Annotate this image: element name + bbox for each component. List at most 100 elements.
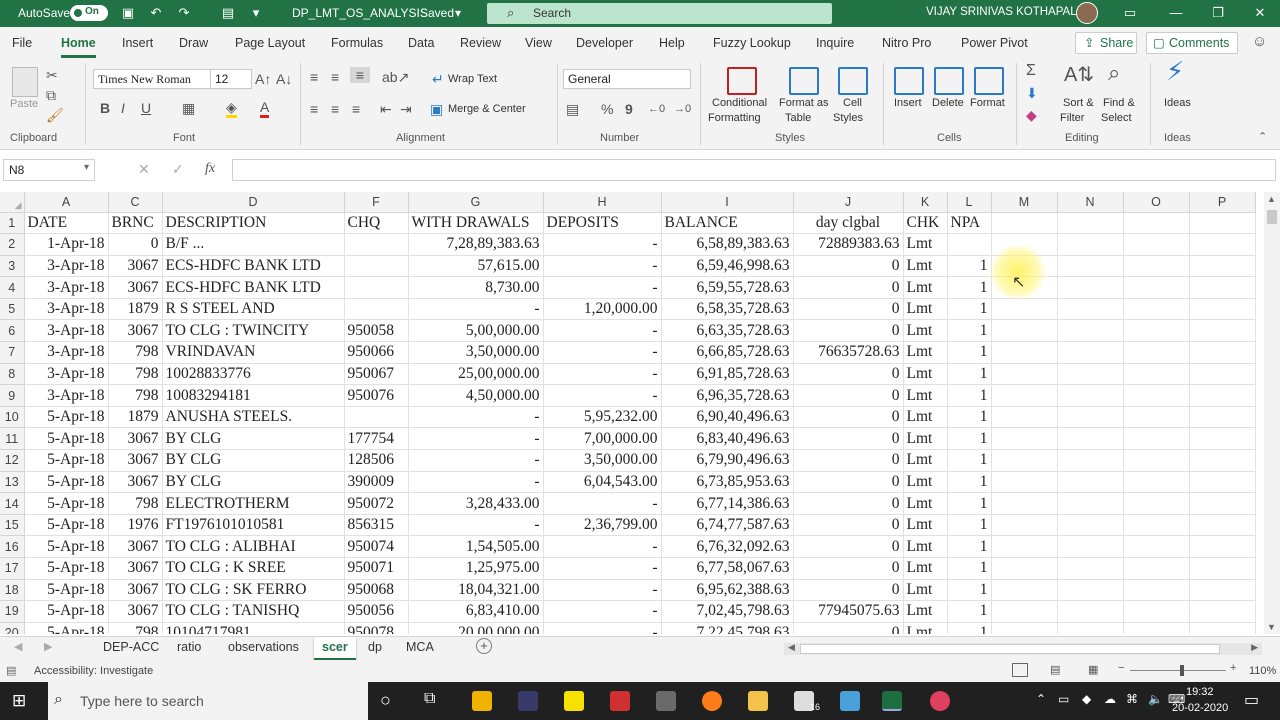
cell-k[interactable]: Lmt	[903, 535, 948, 558]
normal-view-icon[interactable]	[1012, 663, 1028, 677]
cell-l[interactable]: 1	[947, 319, 992, 343]
cell-j[interactable]: 0	[793, 363, 904, 386]
cell-o[interactable]	[1123, 212, 1190, 235]
cell-d[interactable]: BY CLG	[162, 427, 345, 451]
cell-p[interactable]	[1189, 384, 1256, 407]
cell-m[interactable]	[991, 535, 1058, 558]
cell-o[interactable]	[1123, 255, 1190, 278]
sort-filter-icon[interactable]: A⇅	[1064, 65, 1094, 85]
cell-l[interactable]: 1	[947, 622, 992, 634]
cell-k[interactable]: Lmt	[903, 255, 948, 278]
decrease-font-icon[interactable]: A↓	[276, 71, 292, 87]
cell-m[interactable]	[991, 622, 1058, 634]
cell-n[interactable]	[1057, 471, 1124, 494]
cell-p[interactable]	[1189, 255, 1256, 278]
cell-h[interactable]: 6,04,543.00	[543, 471, 662, 494]
cell-d[interactable]: ECS-HDFC BANK LTD	[162, 255, 345, 278]
cell-g[interactable]: 8,730.00	[408, 276, 544, 299]
cell-h[interactable]: -	[543, 255, 662, 278]
cell-i[interactable]: BALANCE	[661, 212, 794, 235]
firefox-icon[interactable]	[702, 691, 722, 711]
cell-g[interactable]: 6,83,410.00	[408, 600, 544, 623]
cell-l[interactable]: 1	[947, 384, 992, 407]
cell-h[interactable]: -	[543, 492, 662, 515]
save-icon[interactable]: ▣	[120, 5, 136, 21]
tab-insert[interactable]: Insert	[122, 36, 153, 50]
row-header[interactable]: 17	[0, 557, 25, 580]
cell-i[interactable]: 7,22,45,798.63	[661, 622, 794, 634]
next-sheet-icon[interactable]: ▶	[44, 640, 52, 653]
cell-l[interactable]: 1	[947, 600, 992, 623]
cell-g[interactable]: 1,25,975.00	[408, 557, 544, 580]
scroll-left-icon[interactable]: ◀	[788, 642, 795, 653]
cell-c[interactable]: 3067	[108, 579, 163, 602]
format-as-table-label-2[interactable]: Table	[785, 111, 811, 125]
task-view-icon[interactable]: ⧉	[424, 690, 435, 708]
cell-o[interactable]	[1123, 600, 1190, 623]
cancel-icon[interactable]: ✕	[138, 161, 150, 178]
cell-j[interactable]: 0	[793, 384, 904, 407]
cell-g[interactable]: 18,04,321.00	[408, 579, 544, 602]
tab-inquire[interactable]: Inquire	[816, 36, 854, 50]
currency-icon[interactable]: ▤	[566, 101, 579, 117]
cell-l[interactable]: 1	[947, 579, 992, 602]
cell-f[interactable]	[344, 233, 409, 256]
row-header[interactable]: 18	[0, 579, 25, 602]
cell-i[interactable]: 6,66,85,728.63	[661, 341, 794, 364]
cell-p[interactable]	[1189, 600, 1256, 623]
cell-n[interactable]	[1057, 406, 1124, 429]
notifications-icon[interactable]: ▭	[1244, 690, 1259, 710]
cell-g[interactable]: WITH DRAWALS	[408, 212, 544, 235]
cell-l[interactable]: 1	[947, 514, 992, 537]
row-header[interactable]: 7	[0, 341, 25, 364]
font-size-select[interactable]: 12	[210, 69, 252, 89]
cell-m[interactable]	[991, 319, 1058, 343]
cell-j[interactable]: 0	[793, 557, 904, 580]
power-bi-icon[interactable]	[472, 691, 492, 711]
cell-h[interactable]: 3,50,000.00	[543, 449, 662, 472]
cell-k[interactable]: Lmt	[903, 622, 948, 634]
cell-i[interactable]: 6,58,89,383.63	[661, 233, 794, 256]
row-header[interactable]: 2	[0, 233, 25, 256]
cell-i[interactable]: 6,59,46,998.63	[661, 255, 794, 278]
column-header[interactable]: O	[1123, 192, 1190, 213]
cell-o[interactable]	[1123, 514, 1190, 537]
sort-filter-label-1[interactable]: Sort &	[1063, 96, 1094, 110]
column-header[interactable]: M	[991, 192, 1058, 213]
cell-p[interactable]	[1189, 535, 1256, 558]
align-top-icon[interactable]: ≡	[310, 69, 318, 85]
sheet-tab-scer[interactable]: scer	[314, 637, 356, 660]
cell-c[interactable]: 3067	[108, 255, 163, 278]
cell-a[interactable]: 3-Apr-18	[24, 341, 109, 364]
cell-m[interactable]	[991, 427, 1058, 451]
row-header[interactable]: 1	[0, 212, 25, 235]
cell-d[interactable]: TO CLG : K SREE	[162, 557, 345, 580]
cell-d[interactable]: ECS-HDFC BANK LTD	[162, 276, 345, 299]
scroll-thumb[interactable]	[1267, 210, 1277, 224]
cell-l[interactable]: 1	[947, 255, 992, 278]
cell-h[interactable]: 7,00,000.00	[543, 427, 662, 451]
paste-icon[interactable]	[12, 67, 38, 97]
cell-a[interactable]: 5-Apr-18	[24, 535, 109, 558]
cell-m[interactable]	[991, 514, 1058, 537]
cell-l[interactable]: 1	[947, 492, 992, 515]
cell-p[interactable]	[1189, 406, 1256, 429]
cell-c[interactable]: 798	[108, 363, 163, 386]
cell-p[interactable]	[1189, 579, 1256, 602]
cell-c[interactable]: 3067	[108, 557, 163, 580]
cell-j[interactable]: 77945075.63	[793, 600, 904, 623]
cell-n[interactable]	[1057, 427, 1124, 451]
cell-d[interactable]: BY CLG	[162, 449, 345, 472]
cell-a[interactable]: 3-Apr-18	[24, 298, 109, 321]
cell-i[interactable]: 6,77,14,386.63	[661, 492, 794, 515]
cell-i[interactable]: 6,90,40,496.63	[661, 406, 794, 429]
find-select-label-1[interactable]: Find &	[1103, 96, 1135, 110]
tab-power-pivot[interactable]: Power Pivot	[961, 36, 1028, 50]
cell-l[interactable]: 1	[947, 298, 992, 321]
cell-n[interactable]	[1057, 600, 1124, 623]
cell-n[interactable]	[1057, 557, 1124, 580]
comments-button[interactable]: ▢ Comments	[1146, 32, 1238, 54]
cell-styles-icon[interactable]	[838, 67, 868, 95]
cell-h[interactable]: 1,20,000.00	[543, 298, 662, 321]
cell-g[interactable]: 20,00,000.00	[408, 622, 544, 634]
